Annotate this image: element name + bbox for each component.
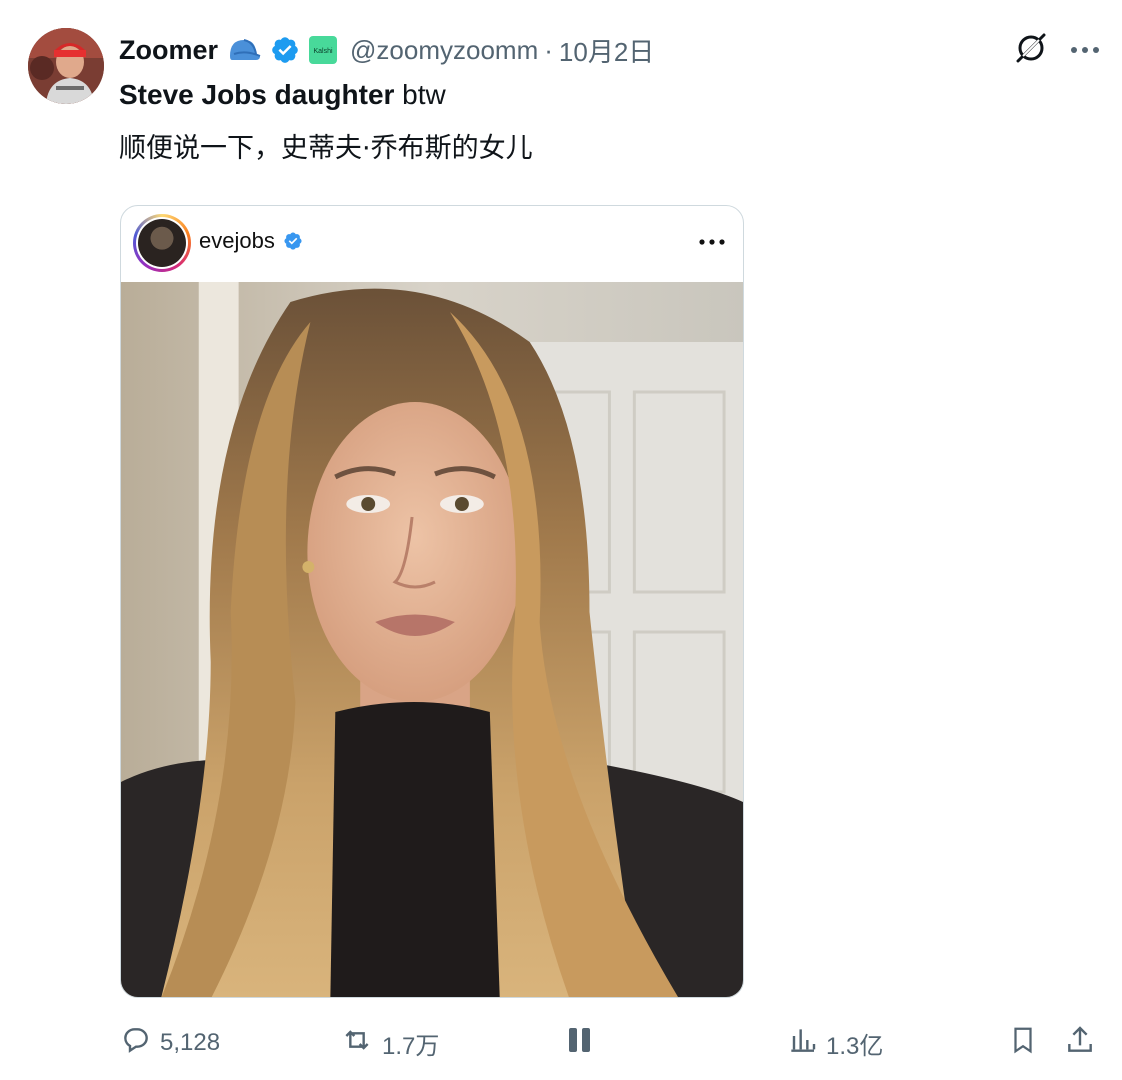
separator-dot: · (544, 34, 553, 65)
cap-icon (226, 36, 262, 64)
tweet-text-rest: btw (394, 79, 446, 110)
embedded-post-header: evejobs (121, 206, 743, 282)
bookmark-icon (1008, 1024, 1038, 1063)
post-photo[interactable] (121, 282, 743, 998)
tweet-header: Zoomer Kalshi @zoomyzoomm · 10月2日 (119, 30, 654, 70)
tweet-text: Steve Jobs daughter btw (119, 76, 446, 114)
share-icon (1064, 1024, 1096, 1063)
instagram-username[interactable]: evejobs (199, 228, 275, 254)
engagement-bar: 5,128 1.7万 1.3亿 (0, 1020, 1122, 1066)
reply-action[interactable]: 5,128 (120, 1020, 220, 1066)
views-action[interactable]: 1.3亿 (786, 1020, 883, 1066)
author-avatar[interactable] (28, 28, 104, 104)
repost-icon (340, 1024, 374, 1063)
bookmark-action[interactable] (1008, 1020, 1038, 1066)
instagram-avatar (138, 219, 186, 267)
views-icon (786, 1024, 818, 1063)
kalshi-badge-icon[interactable]: Kalshi (308, 35, 338, 65)
instagram-avatar-ring[interactable] (133, 214, 191, 272)
share-action[interactable] (1064, 1020, 1096, 1066)
repost-action[interactable]: 1.7万 (340, 1020, 439, 1066)
tweet-text-bold: Steve Jobs daughter (119, 79, 395, 110)
kalshi-badge-text: Kalshi (313, 48, 333, 55)
author-display-name[interactable]: Zoomer (119, 35, 218, 66)
repost-count: 1.7万 (382, 1032, 440, 1060)
reply-count: 5,128 (160, 1029, 221, 1056)
avatar-image (28, 28, 104, 104)
instagram-more-icon[interactable] (699, 232, 725, 250)
more-icon[interactable] (1070, 41, 1100, 59)
tweet-top-actions (1014, 30, 1100, 70)
verified-badge-icon (283, 231, 303, 251)
embedded-media-card[interactable]: evejobs (120, 205, 744, 998)
instagram-user: evejobs (199, 228, 303, 254)
views-count: 1.3亿 (826, 1032, 884, 1060)
like-icon (566, 1024, 596, 1063)
verified-badge-icon[interactable] (270, 35, 300, 65)
tweet-translation: 顺便说一下，史蒂夫·乔布斯的女儿 (119, 133, 533, 164)
grok-icon[interactable] (1014, 31, 1048, 70)
tweet-date[interactable]: 10月2日 (559, 32, 654, 69)
reply-icon (120, 1024, 152, 1063)
author-handle[interactable]: @zoomyzoomm (350, 35, 538, 66)
like-action[interactable] (566, 1020, 596, 1066)
